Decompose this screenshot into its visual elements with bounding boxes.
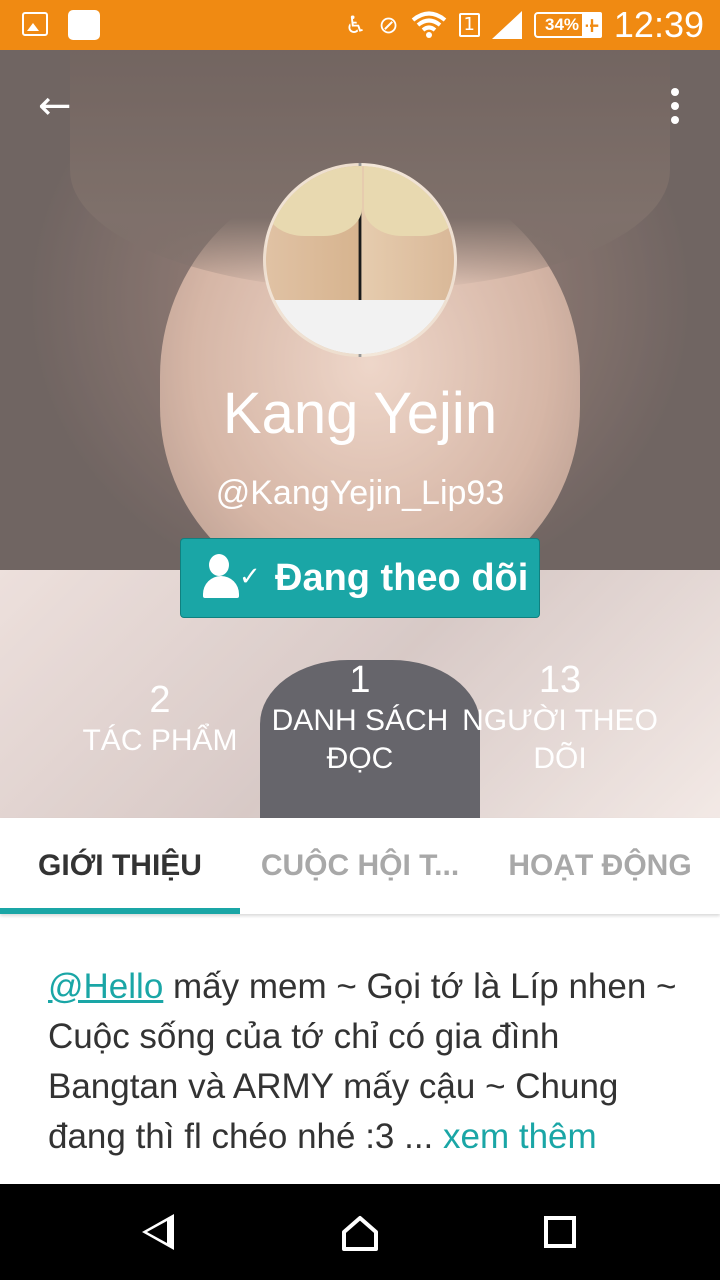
stat-works[interactable]: 2 TÁC PHẨM: [60, 678, 260, 760]
stat-followers-label: NGƯỜI THEO DÕI: [462, 704, 658, 775]
stat-reading-lists[interactable]: 1 DANH SÁCH ĐỌC: [260, 658, 460, 778]
stat-reading-lists-label: DANH SÁCH ĐỌC: [271, 704, 449, 775]
stat-followers[interactable]: 13 NGƯỜI THEO DÕI: [460, 658, 660, 778]
status-icons: ♿ ⊘ 1 34% +: [345, 8, 602, 42]
avatar[interactable]: [263, 163, 457, 357]
tab-about[interactable]: GIỚI THIỆU: [0, 818, 240, 914]
tab-conversations[interactable]: CUỘC HỘI T...: [240, 818, 480, 914]
tab-activity[interactable]: HOẠT ĐỘNG: [480, 818, 720, 914]
more-options-icon[interactable]: [670, 88, 680, 124]
profile-handle: @KangYejin_Lip93: [215, 474, 505, 512]
profile-header: ← Kang Yejin @KangYejin_Lip93 ✓ Đang the…: [0, 50, 720, 818]
user-check-icon: ✓: [203, 554, 263, 602]
following-label: Đang theo dõi: [275, 556, 529, 599]
stat-reading-lists-value: 1: [349, 659, 371, 701]
clock: 12:39: [613, 4, 704, 45]
following-button[interactable]: ✓ Đang theo dõi: [180, 538, 540, 618]
profile-name: Kang Yejin: [222, 381, 498, 446]
hearing-aid-icon: ♿: [344, 11, 367, 39]
stat-followers-value: 13: [538, 659, 582, 701]
battery-icon: 34%: [534, 12, 590, 38]
about-line-1: mấy mem ~ Gọi tớ là Líp nhen ~: [163, 967, 677, 1006]
app-notification-icon: [68, 10, 100, 40]
about-text: @Hello mấy mem ~ Gọi tớ là Líp nhen ~ Cu…: [48, 962, 678, 1184]
about-line-2: Cuộc sống của tớ chỉ có gia đình Bangtan…: [48, 1017, 619, 1106]
mention-link[interactable]: @Hello: [48, 967, 163, 1006]
sim-icon: 1: [458, 13, 480, 37]
tab-indicator: [0, 908, 240, 914]
image-notification-icon: [22, 12, 48, 36]
back-arrow-icon[interactable]: ←: [38, 86, 74, 126]
battery-level: 34%: [544, 15, 580, 34]
nav-home-icon[interactable]: [340, 1214, 380, 1252]
do-not-disturb-icon: ⊘: [378, 11, 399, 39]
nav-back-icon[interactable]: [142, 1214, 174, 1250]
stat-works-label: TÁC PHẨM: [82, 724, 238, 757]
system-nav-bar: [0, 1184, 720, 1280]
wifi-icon: [411, 11, 446, 38]
about-line-3: đang thì fl chéo nhé :3 ...: [48, 1117, 434, 1156]
profile-tabs: GIỚI THIỆU CUỘC HỘI T... HOẠT ĐỘNG: [0, 818, 720, 914]
status-bar: ♿ ⊘ 1 34% + 12:39: [0, 0, 720, 50]
stat-works-value: 2: [149, 679, 171, 721]
nav-recents-icon[interactable]: [544, 1216, 576, 1248]
read-more-link[interactable]: xem thêm: [443, 1117, 597, 1156]
signal-icon: [492, 11, 522, 39]
